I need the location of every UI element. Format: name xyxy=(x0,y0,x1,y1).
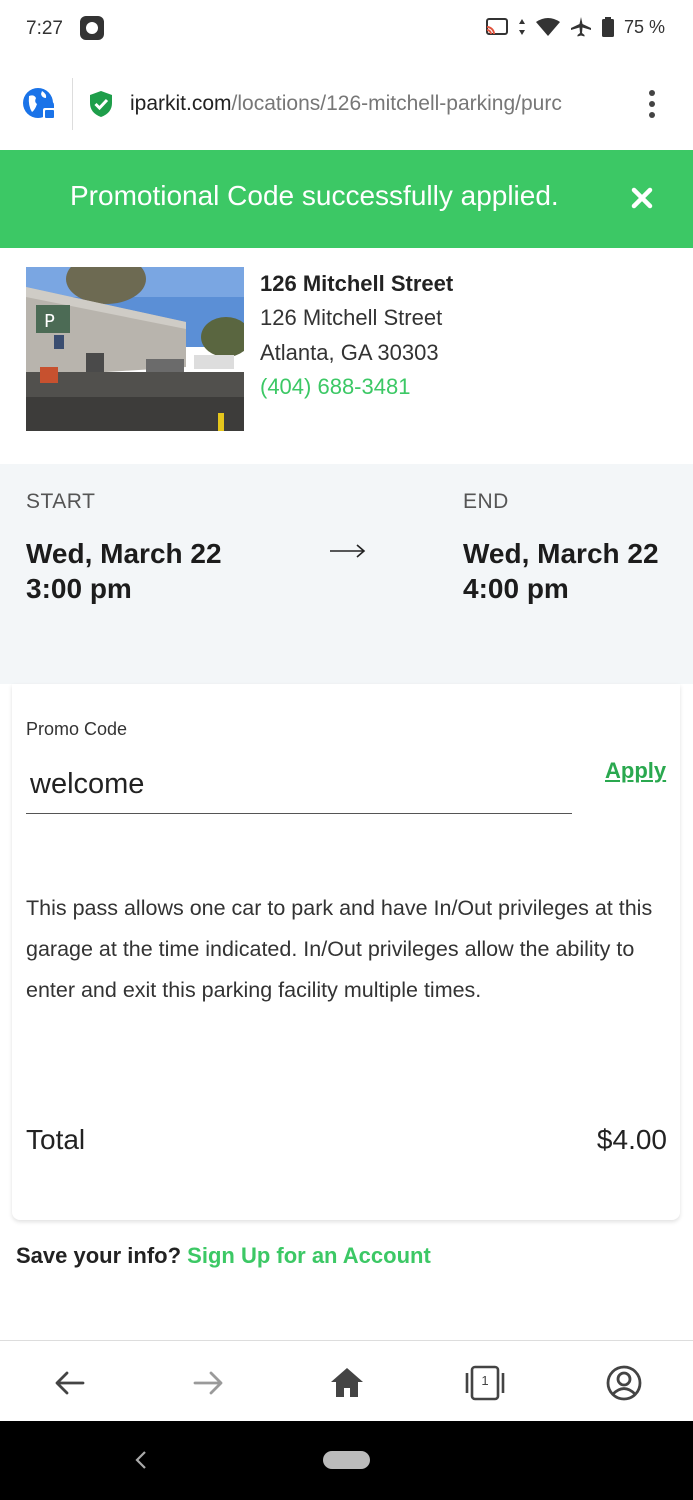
right-arrow-icon xyxy=(330,544,366,558)
status-bar: 7:27 75 % xyxy=(0,0,693,58)
browser-bottom-nav: 1 xyxy=(0,1340,693,1422)
url-text[interactable]: iparkit.com/locations/126-mitchell-parki… xyxy=(130,92,620,116)
end-time: 4:00 pm xyxy=(463,573,569,604)
data-arrows-icon xyxy=(518,19,525,35)
url-divider xyxy=(72,78,73,130)
battery-percent: 75 % xyxy=(623,16,665,37)
secure-shield-icon xyxy=(90,91,112,117)
end-datetime: Wed, March 22 4:00 pm xyxy=(463,536,663,606)
start-date: Wed, March 22 xyxy=(26,538,222,569)
location-name: 126 Mitchell Street xyxy=(260,271,454,296)
cast-icon xyxy=(485,18,508,35)
more-options-icon[interactable] xyxy=(644,88,660,120)
site-info-globe-icon[interactable] xyxy=(22,86,58,122)
airplane-icon xyxy=(570,17,591,37)
notification-app-icon xyxy=(80,16,104,40)
start-label: START xyxy=(26,490,96,513)
promo-success-banner: Promotional Code successfully applied. xyxy=(0,150,693,248)
system-home-pill[interactable] xyxy=(323,1451,370,1469)
start-time: 3:00 pm xyxy=(26,573,132,604)
system-back-icon[interactable] xyxy=(132,1449,150,1471)
tab-count: 1 xyxy=(481,1373,489,1388)
pass-description: This pass allows one car to park and hav… xyxy=(26,896,653,1002)
location-photo: P xyxy=(26,267,244,431)
forward-arrow-icon[interactable] xyxy=(188,1363,228,1403)
location-city: Atlanta, GA 30303 xyxy=(260,340,439,365)
wifi-icon xyxy=(535,18,560,36)
home-icon[interactable] xyxy=(327,1363,367,1403)
promo-code-label: Promo Code xyxy=(26,719,128,739)
save-info-text: Save your info? xyxy=(16,1243,182,1268)
tabs-icon[interactable]: 1 xyxy=(465,1363,505,1403)
browser-url-bar: iparkit.com/locations/126-mitchell-parki… xyxy=(0,58,693,150)
url-path: /locations/126-mitchell-parking/purc xyxy=(231,92,562,115)
status-icons: 75 % xyxy=(485,16,665,38)
promo-code-input[interactable] xyxy=(26,756,572,814)
total-label: Total xyxy=(26,1124,86,1155)
battery-icon xyxy=(601,17,614,37)
reservation-times: START Wed, March 22 3:00 pm END Wed, Mar… xyxy=(0,464,693,684)
status-time: 7:27 xyxy=(26,18,63,39)
system-nav-bar xyxy=(0,1421,693,1500)
sign-up-link[interactable]: Sign Up for an Account xyxy=(187,1243,431,1268)
back-arrow-icon[interactable] xyxy=(50,1363,90,1403)
end-date: Wed, March 22 xyxy=(463,538,659,569)
location-phone-link[interactable]: (404) 688-3481 xyxy=(260,374,410,400)
total-value: $4.00 xyxy=(596,1124,667,1155)
save-info-prompt: Save your info? Sign Up for an Account xyxy=(16,1243,431,1269)
close-icon[interactable] xyxy=(630,186,654,210)
url-domain: iparkit.com xyxy=(130,92,232,115)
svg-text:P: P xyxy=(44,311,55,332)
end-label: END xyxy=(463,490,509,513)
start-datetime: Wed, March 22 3:00 pm xyxy=(26,536,226,606)
apply-promo-button[interactable]: Apply xyxy=(605,758,666,784)
banner-message: Promotional Code successfully applied. xyxy=(70,180,559,211)
location-street: 126 Mitchell Street xyxy=(260,305,443,330)
account-icon[interactable] xyxy=(604,1363,644,1403)
